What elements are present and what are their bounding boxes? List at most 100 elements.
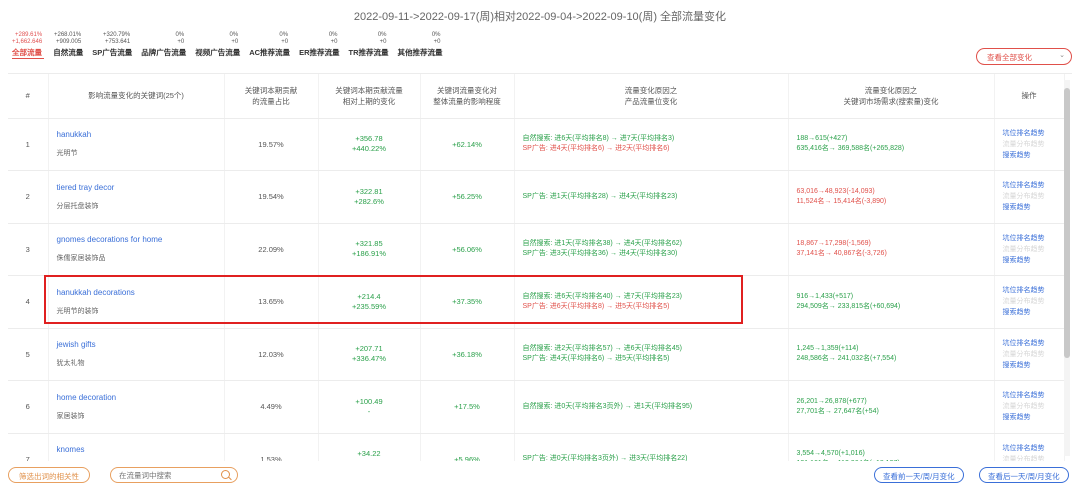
row-index: 7 xyxy=(8,433,49,461)
channel-tab[interactable]: 0% +0 视频广告流量 xyxy=(195,32,240,59)
table-row: 6 home decoration 家居装饰 4.49% +100.49- +17.5% 自… xyxy=(8,380,1065,434)
rank-change-line: 自然搜索: 进6天(平均排名40) → 进7天(平均排名23) xyxy=(522,292,682,300)
channel-label: ER推荐流量 xyxy=(299,48,340,57)
row-action-link[interactable]: 搜索趋势 xyxy=(1003,307,1061,318)
rank-reason-cell: 自然搜索: 进2天(平均排名57) → 进6天(平均排名45) SP广告: 进4天… xyxy=(514,328,789,381)
contrib-value: +356.78 xyxy=(355,134,383,144)
row-action-link[interactable]: 坑位排名趋势 xyxy=(1003,128,1061,139)
keyword-translation: 光明节 xyxy=(56,150,78,158)
view-next-button[interactable]: 查看后一天/周/月变化 xyxy=(979,467,1069,483)
keyword-search-box[interactable] xyxy=(110,467,238,483)
contrib-value: +322.81 xyxy=(355,186,383,196)
row-index: 5 xyxy=(8,328,49,381)
keyword-cell: hanukkah 光明节 xyxy=(48,118,225,171)
row-action-link[interactable]: 坑位排名趋势 xyxy=(1003,233,1061,244)
view-all-changes-dropdown[interactable]: 查看全部变化 ⌄ xyxy=(976,48,1072,65)
contrib-cell: +356.78 +440.22% xyxy=(318,118,421,171)
header-keyword[interactable]: 影响流量变化的关键词(25个) xyxy=(48,74,225,119)
ops-cell: 坑位排名趋势流量分布趋势搜索趋势 xyxy=(994,433,1065,461)
channel-percent: 0% xyxy=(175,32,185,38)
channel-tab[interactable]: +268.01% +909.005 自然流量 xyxy=(53,32,83,59)
keyword-link[interactable]: hanukkah decorations xyxy=(57,288,221,297)
table-row: 7knomes侏儒装饰1.53%+34.22-+5.96%SP广告: 进0天(平… xyxy=(8,433,1065,461)
rank-change-line: 自然搜索: 进6天(平均排名8) → 进7天(平均排名3) xyxy=(522,135,675,143)
share-cell: 19.57% xyxy=(224,118,319,171)
view-previous-button[interactable]: 查看前一天/周/月变化 xyxy=(874,467,964,483)
keyword-link[interactable]: gnomes decorations for home xyxy=(57,235,221,244)
rank-reason-cell: 自然搜索: 进1天(平均排名38) → 进4天(平均排名62) SP广告: 进3天… xyxy=(514,223,789,276)
chevron-down-icon: ⌄ xyxy=(1059,52,1065,59)
row-action-link[interactable]: 流量分布趋势 xyxy=(1003,401,1061,412)
row-index: 2 xyxy=(8,170,49,224)
row-action-link[interactable]: 坑位排名趋势 xyxy=(1003,180,1061,191)
rank-change-line: SP广告: 进1天(平均排名28) → 进4天(平均排名23) xyxy=(522,192,678,200)
rank-reason-cell: 自然搜索: 进6天(平均排名8) → 进7天(平均排名3) SP广告: 进4天(平… xyxy=(514,118,789,171)
row-action-link[interactable]: 搜索趋势 xyxy=(1003,412,1061,423)
row-action-link[interactable]: 流量分布趋势 xyxy=(1003,296,1061,307)
search-icon[interactable] xyxy=(221,470,230,479)
row-action-link[interactable]: 搜索趋势 xyxy=(1003,360,1061,371)
contrib-cell: +321.85 +186.91% xyxy=(318,223,421,276)
channel-tab[interactable]: +320.79% +753.641 SP广告流量 xyxy=(92,32,132,59)
table-scrollbar[interactable] xyxy=(1064,80,1070,456)
keyword-translation: 犹太礼物 xyxy=(56,360,85,368)
row-action-link[interactable]: 流量分布趋势 xyxy=(1003,191,1061,202)
row-action-link[interactable]: 坑位排名趋势 xyxy=(1003,338,1061,349)
ops-cell: 坑位排名趋势流量分布趋势搜索趋势 xyxy=(994,223,1065,276)
keyword-cell: tiered tray decor 分层托盘装饰 xyxy=(48,170,225,224)
channel-tab[interactable]: +289.61% +1,662.646 全部流量 xyxy=(12,32,45,59)
search-input[interactable] xyxy=(119,471,219,480)
scrollbar-thumb[interactable] xyxy=(1064,88,1070,358)
search-volume-change: 1,245→1,359(+114) xyxy=(796,345,859,353)
channel-stats: 0% +0 xyxy=(249,32,290,46)
search-volume-change: 3,554→4,570(+1,016) xyxy=(796,450,865,458)
impact-cell: +17.5% xyxy=(420,380,515,434)
row-action-link[interactable]: 坑位排名趋势 xyxy=(1003,390,1061,401)
channel-delta: +0 xyxy=(379,39,387,45)
row-action-link[interactable]: 搜索趋势 xyxy=(1003,255,1061,266)
channel-tab[interactable]: 0% +0 ER推荐流量 xyxy=(299,32,339,59)
header-impact[interactable]: 关键词流量变化对 整体流量的影响程度 xyxy=(420,74,515,119)
demand-reason-cell: 63,016→48,923(-14,093) 11,524名→ 15,414名(-… xyxy=(788,170,995,224)
row-action-link[interactable]: 搜索趋势 xyxy=(1003,150,1061,161)
table-row: 3 gnomes decorations for home 侏儒家居装饰品 22.09… xyxy=(8,223,1065,276)
search-volume-change: 188→615(+427) xyxy=(796,135,848,143)
impact-cell: +62.14% xyxy=(420,118,515,171)
rank-change-line: SP广告: 进4天(平均排名6) → 进2天(平均排名6) xyxy=(522,145,670,153)
row-action-link[interactable]: 流量分布趋势 xyxy=(1003,454,1061,461)
keyword-link[interactable]: home decoration xyxy=(57,393,221,402)
row-action-link[interactable]: 搜索趋势 xyxy=(1003,202,1061,213)
channel-tab[interactable]: 0% +0 品牌广告流量 xyxy=(141,32,186,59)
search-rank-change: 635,416名→ 369,588名(+265,828) xyxy=(796,145,905,153)
header-share[interactable]: 关键词本期贡献 的流量占比 xyxy=(224,74,319,119)
channel-label: 视频广告流量 xyxy=(195,48,241,57)
keyword-link[interactable]: hanukkah xyxy=(57,130,221,139)
share-cell: 13.65% xyxy=(224,275,319,329)
row-action-link[interactable]: 流量分布趋势 xyxy=(1003,139,1061,150)
contrib-percent: +282.6% xyxy=(354,196,384,206)
channel-tab[interactable]: 0% +0 其他推荐流量 xyxy=(397,32,442,59)
filter-relevance-button[interactable]: 筛选出词的相关性 xyxy=(8,467,90,483)
channel-tab[interactable]: 0% +0 TR推荐流量 xyxy=(348,32,388,59)
row-index: 1 xyxy=(8,118,49,171)
row-action-link[interactable]: 流量分布趋势 xyxy=(1003,244,1061,255)
keyword-link[interactable]: jewish gifts xyxy=(57,340,221,349)
ops-cell: 坑位排名趋势流量分布趋势搜索趋势 xyxy=(994,118,1065,171)
rank-change-line: 自然搜索: 进2天(平均排名57) → 进6天(平均排名45) xyxy=(522,345,682,353)
channel-delta: +0 xyxy=(433,39,441,45)
contrib-value: +321.85 xyxy=(355,239,383,249)
contrib-cell: +207.71 +336.47% xyxy=(318,328,421,381)
row-action-link[interactable]: 坑位排名趋势 xyxy=(1003,285,1061,296)
channel-tab[interactable]: 0% +0 AC推荐流量 xyxy=(249,32,290,59)
contrib-percent: - xyxy=(322,459,417,461)
row-action-link[interactable]: 坑位排名趋势 xyxy=(1003,443,1061,454)
contrib-percent: +336.47% xyxy=(352,354,386,364)
demand-reason-cell: 26,201→26,878(+677) 27,701名→ 27,647名(+54) xyxy=(788,380,995,434)
channel-label: 其他推荐流量 xyxy=(397,48,443,57)
header-share-label: 关键词本期贡献 的流量占比 xyxy=(244,85,298,106)
row-action-link[interactable]: 流量分布趋势 xyxy=(1003,349,1061,360)
keyword-link[interactable]: knomes xyxy=(57,445,221,454)
header-contrib[interactable]: 关键词本期贡献流量 相对上期的变化 xyxy=(318,74,421,119)
table-row: 4 hanukkah decorations 光明节的装饰 13.65% +214.4 +… xyxy=(8,275,1065,329)
keyword-link[interactable]: tiered tray decor xyxy=(57,183,221,192)
